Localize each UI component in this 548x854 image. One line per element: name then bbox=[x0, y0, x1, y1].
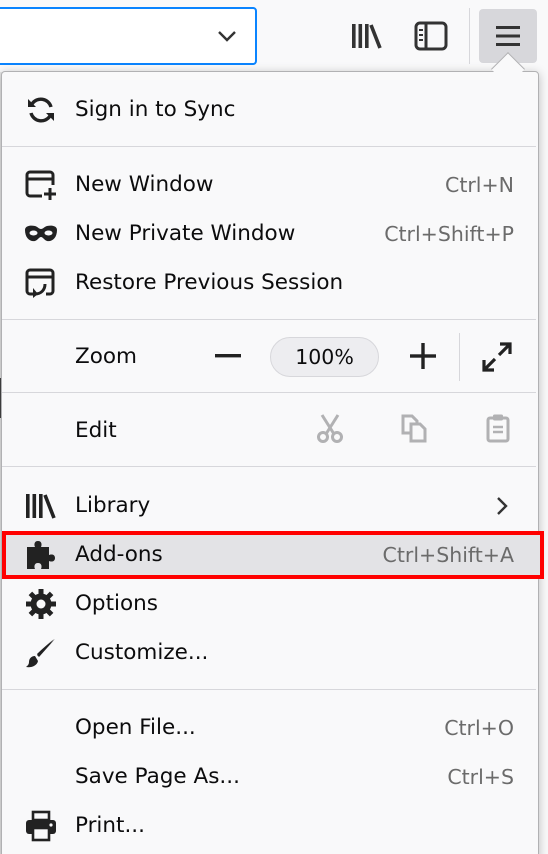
restore-session-icon bbox=[23, 267, 59, 299]
menu-item-options[interactable]: Options bbox=[2, 580, 536, 628]
menu-item-sign-in-sync[interactable]: Sign in to Sync bbox=[2, 86, 536, 134]
menu-item-label: Open File... bbox=[75, 715, 196, 740]
plus-icon bbox=[410, 343, 436, 369]
menu-item-shortcut: Ctrl+O bbox=[444, 716, 514, 740]
menu-item-open-file[interactable]: Open File... Ctrl+O bbox=[2, 704, 536, 752]
menu-item-shortcut: Ctrl+Shift+P bbox=[384, 222, 514, 246]
menu-item-label: New Window bbox=[75, 172, 214, 197]
menu-item-label: Library bbox=[75, 493, 151, 518]
menu-zoom-controls: Zoom 100% bbox=[2, 322, 536, 392]
puzzle-piece-icon bbox=[23, 539, 59, 571]
fullscreen-icon bbox=[482, 342, 512, 372]
menu-item-print[interactable]: Print... bbox=[2, 802, 536, 850]
menu-item-label: Print... bbox=[75, 813, 145, 838]
zoom-reset-button[interactable]: 100% bbox=[270, 337, 379, 377]
zoom-separator bbox=[459, 333, 460, 381]
cut-button[interactable] bbox=[312, 410, 348, 446]
zoom-in-button[interactable] bbox=[403, 339, 443, 373]
zoom-out-button[interactable] bbox=[208, 339, 248, 373]
hamburger-menu-icon bbox=[496, 26, 520, 46]
menu-item-label: Sign in to Sync bbox=[75, 97, 236, 122]
menu-item-label: Options bbox=[75, 591, 158, 616]
menu-item-label: Customize... bbox=[75, 640, 209, 665]
zoom-label: Zoom bbox=[75, 344, 137, 369]
menu-separator bbox=[2, 319, 536, 320]
chevron-down-icon[interactable] bbox=[215, 24, 239, 48]
fullscreen-button[interactable] bbox=[477, 337, 517, 377]
new-window-icon bbox=[23, 169, 59, 201]
menu-item-restore-session[interactable]: Restore Previous Session bbox=[2, 259, 536, 307]
menu-item-shortcut: Ctrl+Shift+A bbox=[382, 543, 514, 567]
navigation-toolbar bbox=[0, 0, 548, 72]
edit-label: Edit bbox=[75, 418, 117, 443]
menu-separator bbox=[2, 466, 536, 467]
menu-separator bbox=[2, 392, 536, 393]
menu-item-label: New Private Window bbox=[75, 221, 296, 246]
sidebar-icon bbox=[414, 21, 448, 51]
menu-item-label: Restore Previous Session bbox=[75, 270, 344, 295]
paintbrush-icon bbox=[23, 637, 59, 669]
menu-item-new-private-window[interactable]: New Private Window Ctrl+Shift+P bbox=[2, 210, 536, 258]
menu-item-add-ons[interactable]: Add-ons Ctrl+Shift+A bbox=[2, 531, 536, 579]
library-icon bbox=[23, 490, 59, 522]
menu-item-shortcut: Ctrl+N bbox=[445, 173, 514, 197]
sidebar-button[interactable] bbox=[402, 9, 460, 63]
private-mask-icon bbox=[23, 218, 59, 250]
menu-separator bbox=[2, 146, 536, 147]
menu-separator bbox=[2, 689, 536, 690]
chevron-right-icon bbox=[497, 497, 508, 515]
sync-icon bbox=[23, 94, 59, 126]
scissors-icon bbox=[317, 414, 343, 443]
toolbar-separator bbox=[469, 8, 470, 64]
url-bar[interactable] bbox=[0, 7, 257, 65]
copy-icon bbox=[401, 414, 427, 443]
menu-item-new-window[interactable]: New Window Ctrl+N bbox=[2, 161, 536, 209]
clipboard-icon bbox=[486, 414, 510, 443]
library-button[interactable] bbox=[338, 9, 396, 63]
menu-edit-controls: Edit bbox=[2, 396, 536, 466]
menu-item-label: Save Page As... bbox=[75, 764, 240, 789]
library-icon bbox=[352, 24, 382, 49]
menu-item-save-page[interactable]: Save Page As... Ctrl+S bbox=[2, 753, 536, 801]
minus-icon bbox=[215, 354, 241, 358]
menu-item-shortcut: Ctrl+S bbox=[447, 765, 514, 789]
printer-icon bbox=[23, 810, 59, 842]
menu-item-library[interactable]: Library bbox=[2, 482, 536, 530]
menu-item-label: Add-ons bbox=[75, 542, 163, 567]
gear-icon bbox=[23, 588, 59, 620]
copy-button[interactable] bbox=[396, 410, 432, 446]
paste-button[interactable] bbox=[480, 410, 516, 446]
menu-item-customize[interactable]: Customize... bbox=[2, 629, 536, 677]
